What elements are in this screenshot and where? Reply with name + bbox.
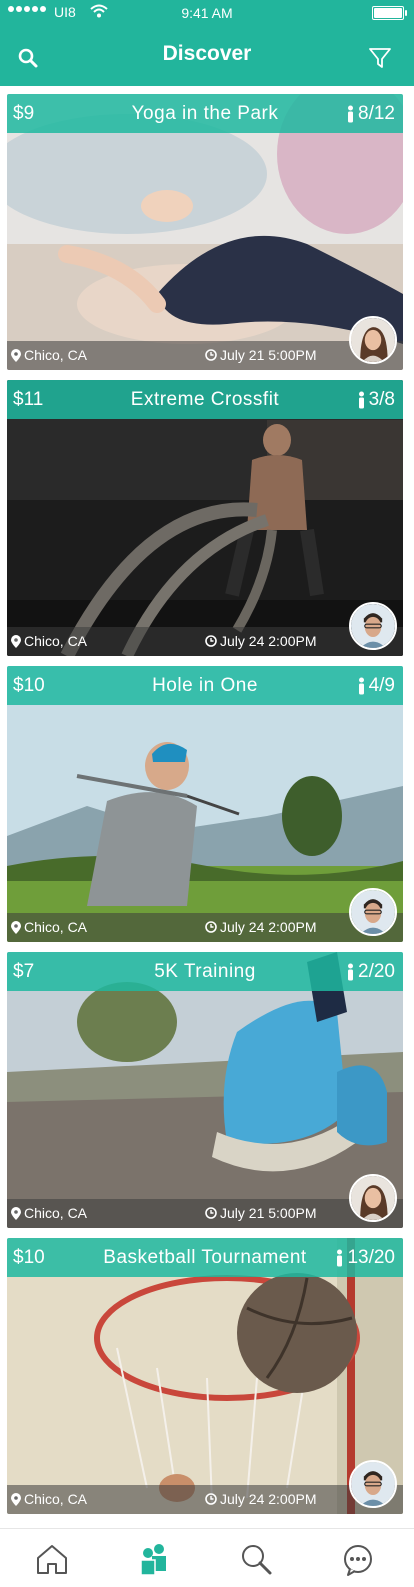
host-avatar[interactable] bbox=[349, 1460, 397, 1508]
event-datetime: July 24 2:00PM bbox=[205, 633, 317, 649]
datetime-label: July 24 2:00PM bbox=[220, 633, 317, 649]
card-header: $7 5K Training 2/20 bbox=[7, 952, 403, 991]
app-header: UI8 9:41 AM Discover bbox=[0, 0, 414, 86]
event-datetime: July 21 5:00PM bbox=[205, 1205, 317, 1221]
host-avatar[interactable] bbox=[349, 602, 397, 650]
location-label: Chico, CA bbox=[24, 919, 88, 935]
chat-icon[interactable] bbox=[340, 1541, 376, 1577]
card-footer: Chico, CA July 21 5:00PM bbox=[7, 1199, 403, 1228]
attendance-count: 2/20 bbox=[358, 961, 395, 982]
card-header: $11 Extreme Crossfit 3/8 bbox=[7, 380, 403, 419]
status-time: 9:41 AM bbox=[181, 5, 233, 21]
event-title: Hole in One bbox=[152, 675, 258, 696]
event-location: Chico, CA bbox=[11, 347, 87, 363]
event-datetime: July 24 2:00PM bbox=[205, 919, 317, 935]
location-label: Chico, CA bbox=[24, 633, 88, 649]
attendance: 3/8 bbox=[357, 389, 395, 411]
event-photo bbox=[7, 666, 403, 942]
attendance: 8/12 bbox=[346, 103, 395, 125]
clock-icon bbox=[205, 1493, 217, 1505]
card-footer: Chico, CA July 21 5:00PM bbox=[7, 341, 403, 370]
location-label: Chico, CA bbox=[24, 347, 88, 363]
card-footer: Chico, CA July 24 2:00PM bbox=[7, 1485, 403, 1514]
event-datetime: July 21 5:00PM bbox=[205, 347, 317, 363]
card-header: $10 Hole in One 4/9 bbox=[7, 666, 403, 705]
datetime-label: July 21 5:00PM bbox=[220, 1205, 317, 1221]
attendance: 2/20 bbox=[346, 961, 395, 983]
datetime-label: July 21 5:00PM bbox=[220, 347, 317, 363]
event-title: Yoga in the Park bbox=[131, 103, 279, 124]
battery-icon bbox=[372, 6, 407, 20]
location-pin-icon bbox=[11, 634, 21, 648]
event-card[interactable]: $10 Hole in One 4/9 Chico, CA July 24 2:… bbox=[7, 666, 403, 942]
person-icon bbox=[348, 105, 354, 123]
person-icon bbox=[348, 963, 354, 981]
host-avatar[interactable] bbox=[349, 316, 397, 364]
attendance-count: 8/12 bbox=[358, 103, 395, 124]
location-pin-icon bbox=[11, 920, 21, 934]
page-title: Discover bbox=[162, 42, 252, 65]
datetime-label: July 24 2:00PM bbox=[220, 1491, 317, 1507]
card-header: $9 Yoga in the Park 8/12 bbox=[7, 94, 403, 133]
person-icon bbox=[358, 677, 364, 695]
attendance-count: 13/20 bbox=[347, 1247, 395, 1268]
event-card[interactable]: $10 Basketball Tournament 13/20 Chico, C… bbox=[7, 1238, 403, 1514]
event-title: 5K Training bbox=[154, 961, 256, 982]
clock-icon bbox=[205, 349, 217, 361]
event-photo bbox=[7, 94, 403, 370]
location-pin-icon bbox=[11, 1492, 21, 1506]
clock-icon bbox=[205, 921, 217, 933]
tab-bar bbox=[0, 1528, 414, 1587]
card-header: $10 Basketball Tournament 13/20 bbox=[7, 1238, 403, 1277]
location-pin-icon bbox=[11, 1206, 21, 1220]
event-card[interactable]: $9 Yoga in the Park 8/12 Chico, CA July … bbox=[7, 94, 403, 370]
attendance-count: 4/9 bbox=[368, 675, 395, 696]
event-location: Chico, CA bbox=[11, 633, 87, 649]
status-bar: UI8 9:41 AM bbox=[0, 0, 414, 26]
event-location: Chico, CA bbox=[11, 1205, 87, 1221]
home-icon[interactable] bbox=[34, 1541, 70, 1577]
event-card[interactable]: $11 Extreme Crossfit 3/8 Chico, CA July … bbox=[7, 380, 403, 656]
clock-icon bbox=[205, 1207, 217, 1219]
location-label: Chico, CA bbox=[24, 1491, 88, 1507]
people-icon[interactable] bbox=[136, 1541, 172, 1577]
location-pin-icon bbox=[11, 348, 21, 362]
attendance: 13/20 bbox=[335, 1247, 395, 1269]
clock-icon bbox=[205, 635, 217, 647]
event-photo bbox=[7, 380, 403, 656]
location-label: Chico, CA bbox=[24, 1205, 88, 1221]
event-location: Chico, CA bbox=[11, 1491, 87, 1507]
card-footer: Chico, CA July 24 2:00PM bbox=[7, 913, 403, 942]
event-title: Extreme Crossfit bbox=[130, 389, 280, 410]
event-datetime: July 24 2:00PM bbox=[205, 1491, 317, 1507]
filter-icon[interactable] bbox=[368, 46, 392, 70]
host-avatar[interactable] bbox=[349, 888, 397, 936]
card-footer: Chico, CA July 24 2:00PM bbox=[7, 627, 403, 656]
attendance-count: 3/8 bbox=[368, 389, 395, 410]
person-icon bbox=[337, 1249, 343, 1267]
datetime-label: July 24 2:00PM bbox=[220, 919, 317, 935]
person-icon bbox=[358, 391, 364, 409]
event-card[interactable]: $7 5K Training 2/20 Chico, CA July 21 5:… bbox=[7, 952, 403, 1228]
event-photo bbox=[7, 1238, 403, 1514]
host-avatar[interactable] bbox=[349, 1174, 397, 1222]
attendance: 4/9 bbox=[357, 675, 395, 697]
event-location: Chico, CA bbox=[11, 919, 87, 935]
event-photo bbox=[7, 952, 403, 1228]
search-icon[interactable] bbox=[238, 1541, 274, 1577]
